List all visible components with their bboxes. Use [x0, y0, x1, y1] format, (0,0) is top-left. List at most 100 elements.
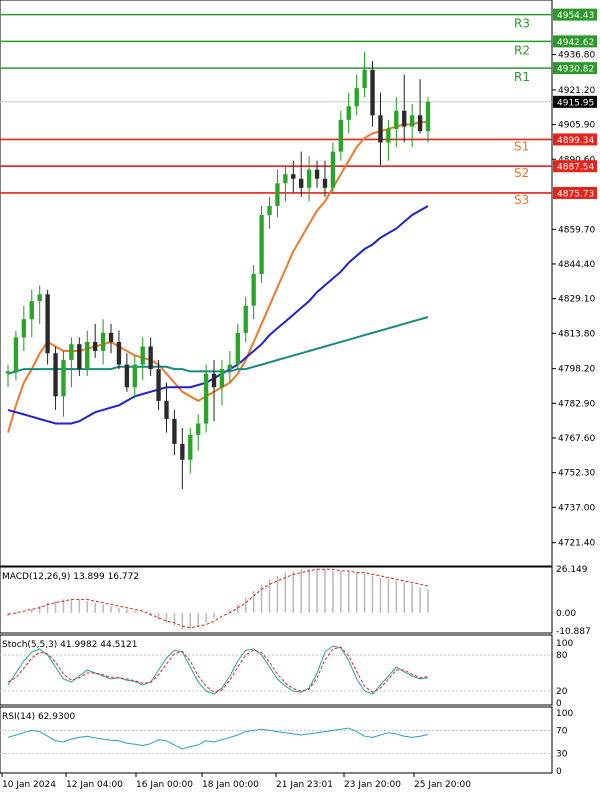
candle-body	[386, 128, 391, 143]
candle-body	[148, 346, 153, 370]
candle-body	[251, 273, 256, 306]
candle-body	[354, 88, 359, 107]
candle-body	[92, 341, 98, 351]
stoch-tick-label: 0	[556, 699, 562, 709]
level-value-s2: 4887.54	[557, 163, 594, 173]
candle-body	[108, 332, 114, 342]
candle-body	[188, 434, 193, 460]
candle-body	[132, 364, 137, 388]
x-tick-label: 12 Jan 04:00	[66, 780, 123, 790]
candle-body	[227, 364, 233, 370]
candle-body	[140, 346, 145, 365]
candle-body	[29, 301, 34, 320]
rsi-panel-frame	[0, 706, 553, 774]
candle-body	[291, 174, 296, 179]
level-value-s1: 4899.34	[557, 136, 594, 146]
candle-body	[77, 344, 82, 370]
price-tick-label: 4844.40	[558, 260, 595, 270]
price-tick-label: 4905.90	[558, 121, 595, 131]
candle-body	[394, 110, 399, 129]
candle-body	[53, 353, 58, 397]
candle-body	[409, 115, 415, 127]
stoch-line-2	[7, 646, 429, 693]
candle-body	[346, 106, 351, 120]
candle-body	[283, 174, 288, 184]
candle-body	[37, 294, 42, 302]
rsi-line	[7, 727, 429, 750]
x-tick-label: 10 Jan 2024	[2, 780, 56, 790]
rsi-tick-label: 100	[556, 709, 573, 719]
candle-body	[100, 332, 106, 351]
x-axis: 10 Jan 2024 12 Jan 04:00 16 Jan 00:00 18 Ja…	[1, 773, 471, 790]
candle-body	[180, 443, 185, 460]
rsi-title: RSI(14) 62.9300	[2, 712, 75, 722]
price-tick-label: 4767.60	[558, 434, 595, 444]
price-tick-label: 4813.80	[558, 329, 595, 339]
macd-tick-label: 26.149	[556, 565, 588, 575]
macd-tick-label: 0.00	[556, 609, 576, 619]
level-name-s1: S1	[514, 139, 529, 153]
rsi-panel: 100 70 30 0	[0, 709, 573, 777]
x-tick-label: 25 Jan 20:00	[414, 780, 471, 790]
price-panel-frame	[0, 0, 553, 567]
candle-body	[425, 101, 431, 132]
candle-body	[172, 418, 177, 444]
macd-title: MACD(12,26,9) 13.899 16.772	[2, 572, 139, 582]
level-name-r1: R1	[514, 70, 530, 84]
price-tick-label: 4721.40	[558, 539, 595, 549]
price-tick-label: 4936.80	[558, 51, 595, 61]
candle-body	[402, 110, 407, 127]
level-name-r3: R3	[514, 17, 530, 31]
candle-body	[259, 215, 264, 274]
x-tick-label: 21 Jan 23:01	[276, 780, 333, 790]
candle-body	[267, 205, 272, 216]
candle-body	[299, 178, 304, 188]
candle-body	[330, 151, 336, 188]
price-tick-label: 4829.10	[558, 295, 595, 305]
candle-body	[338, 119, 344, 152]
candle-body	[69, 344, 74, 361]
stoch-tick-label: 20	[556, 687, 568, 697]
level-name-r2: R2	[514, 43, 530, 57]
chart-canvas: 4936.804921.204905.904890.604859.704844.…	[0, 0, 597, 790]
stoch-tick-label: 80	[556, 651, 568, 661]
level-value-r1: 4930.82	[557, 65, 594, 75]
candle-body	[156, 369, 161, 401]
candle-body	[378, 115, 383, 143]
rsi-tick-label: 70	[556, 726, 568, 736]
candle-body	[13, 337, 19, 372]
price-tick-label: 4921.20	[558, 86, 595, 96]
candle-body	[322, 178, 328, 188]
candle-body	[275, 183, 280, 206]
price-tick-label: 4782.90	[558, 399, 595, 409]
rsi-tick-label: 30	[556, 750, 568, 760]
candle-body	[61, 360, 66, 397]
candle-body	[45, 294, 50, 354]
candle-body	[21, 319, 27, 338]
candle-body	[203, 373, 209, 424]
stoch-tick-label: 100	[556, 639, 573, 649]
candle-body	[243, 305, 248, 333]
candle-body	[370, 69, 375, 116]
level-name-s2: S2	[514, 166, 529, 180]
candle-body	[362, 69, 367, 89]
trading-chart: 4936.804921.204905.904890.604859.704844.…	[0, 0, 600, 792]
candle-body	[306, 169, 312, 188]
candle-body	[211, 373, 217, 388]
current-price-label: 4915.95	[557, 98, 594, 108]
candle-body	[314, 169, 320, 179]
rsi-tick-label: 0	[556, 767, 562, 777]
stoch-title: Stoch(5,5,3) 41.9982 44.5121	[2, 640, 137, 650]
x-tick-label: 16 Jan 00:00	[136, 780, 193, 790]
macd-tick-label: -10.887	[556, 627, 591, 637]
level-name-s3: S3	[514, 193, 529, 207]
level-value-r2: 4942.62	[557, 38, 594, 48]
candle-body	[116, 341, 122, 365]
candle-body	[196, 423, 201, 435]
candle-body	[235, 332, 240, 365]
candle-body	[164, 400, 169, 419]
x-tick-label: 23 Jan 20:00	[344, 780, 401, 790]
candle-body	[417, 115, 423, 132]
x-tick-label: 18 Jan 00:00	[202, 780, 259, 790]
candle-body	[124, 364, 130, 388]
